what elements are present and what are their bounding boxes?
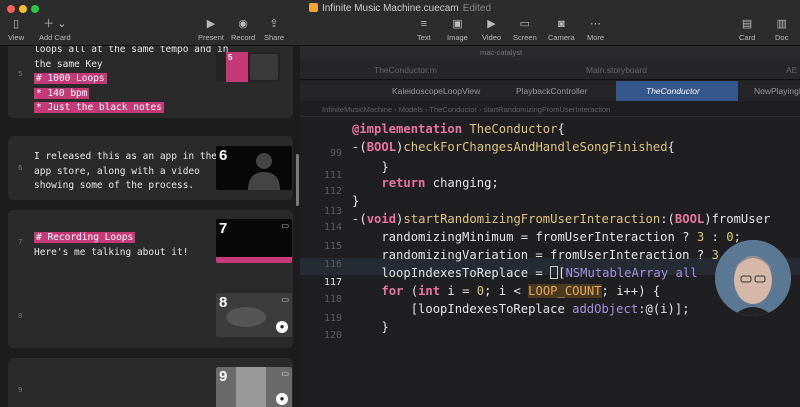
- card-text[interactable]: I released this as an app in the app sto…: [34, 150, 217, 194]
- code-line: randomizingVariation = fromUserInteracti…: [352, 248, 755, 262]
- presenter-face-icon: [715, 240, 791, 316]
- insert-screen-button[interactable]: ▭ Screen: [513, 18, 537, 42]
- code-line: @implementation TheConductor{: [352, 122, 565, 136]
- code-line: }: [352, 194, 360, 208]
- file-tab[interactable]: TheConductor.m: [374, 65, 437, 75]
- screen-capture-editor: mac-catalyst TheConductor.m Main.storybo…: [300, 46, 800, 407]
- sidebar-icon: ▯: [13, 18, 20, 30]
- editor-nav-tabs: KaleidoscopeLoopView PlaybackController …: [300, 81, 800, 101]
- card-text[interactable]: loops all at the same tempo and in the s…: [34, 46, 228, 116]
- record-icon: ◉: [238, 18, 248, 30]
- window-toolbar: Infinite Music Machine.cuecam Edited ▯ Vi…: [0, 0, 800, 46]
- video-icon: ▭: [281, 369, 289, 378]
- line-number: 113: [323, 206, 342, 217]
- video-icon: ▶: [487, 18, 496, 30]
- person-silhouette-icon: [248, 153, 280, 190]
- card-list-scrollbar[interactable]: [296, 154, 299, 206]
- line-number: 111: [323, 170, 342, 181]
- card-6[interactable]: 6 I released this as an app in the app s…: [8, 136, 293, 200]
- line-number-current: 117: [323, 277, 342, 288]
- card-number: 6: [18, 164, 23, 172]
- presenter-camera-bubble[interactable]: [715, 240, 791, 316]
- card-list[interactable]: 5 loops all at the same tempo and in the…: [0, 46, 300, 407]
- line-number: 112: [323, 186, 342, 197]
- screen-icon: ▭: [519, 18, 531, 30]
- card-thumbnail[interactable]: ▭ ● 8: [216, 293, 292, 337]
- jump-bar-breadcrumb[interactable]: InfiniteMusicMachine › Models › TheCondu…: [300, 102, 800, 117]
- share-icon: ⇪: [269, 18, 279, 30]
- card-number: 7: [18, 238, 23, 246]
- camera-icon: ◙: [558, 18, 565, 30]
- window-title: Infinite Music Machine.cuecam Edited: [0, 3, 800, 14]
- code-line: }: [352, 160, 389, 174]
- editor-scheme-bar: mac-catalyst: [300, 46, 800, 60]
- document-icon: [308, 3, 318, 12]
- card-number: 9: [18, 386, 23, 394]
- edited-status: Edited: [462, 3, 492, 14]
- code-line: [loopIndexesToReplace addObject:@(i)];: [352, 302, 690, 316]
- code-line: -(void)startRandomizingFromUserInteracti…: [352, 212, 771, 226]
- card-thumbnail[interactable]: ▭ ● 9: [216, 367, 292, 407]
- view-button[interactable]: ▯ View: [8, 18, 24, 42]
- card-thumbnail[interactable]: 5: [216, 52, 280, 82]
- card-thumbnail[interactable]: 6: [216, 146, 292, 190]
- line-number: 114: [323, 222, 342, 233]
- insert-text-button[interactable]: ≡ Text: [417, 18, 431, 42]
- line-number: 119: [323, 313, 342, 324]
- record-button[interactable]: ◉ Record: [231, 18, 255, 42]
- editor-file-tabs: TheConductor.m Main.storyboard AE: [300, 60, 800, 80]
- person-icon: ●: [276, 393, 288, 405]
- file-tab[interactable]: Main.storyboard: [586, 65, 647, 75]
- card-text[interactable]: # Recording Loops Here's me talking abou…: [34, 231, 188, 260]
- image-icon: ▣: [452, 18, 463, 30]
- more-icon: ⋯: [590, 18, 602, 30]
- nav-tab[interactable]: KaleidoscopeLoopView: [376, 81, 500, 101]
- code-line: -(BOOL)checkForChangesAndHandleSongFinis…: [352, 140, 675, 154]
- card-9[interactable]: 9 ▭ ● 9: [8, 358, 293, 407]
- nav-tab[interactable]: PlaybackController: [500, 81, 616, 101]
- scheme-destination: mac-catalyst: [480, 48, 523, 57]
- card-inspector-button[interactable]: ▤ Card: [739, 18, 755, 42]
- code-line: }: [352, 320, 389, 334]
- card-8[interactable]: 8 ▭ ● 8: [8, 284, 293, 348]
- video-icon: ▭: [281, 221, 289, 230]
- line-number: 118: [323, 294, 342, 305]
- card-number: 5: [18, 70, 23, 78]
- line-number: 115: [323, 241, 342, 252]
- plus-icon: ＋ ⌄: [43, 18, 67, 30]
- more-button[interactable]: ⋯ More: [587, 18, 604, 42]
- add-card-button[interactable]: ＋ ⌄ Add Card: [39, 18, 71, 42]
- line-number: 120: [323, 330, 342, 341]
- person-icon: ●: [276, 321, 288, 333]
- nav-tab[interactable]: NowPlayingL: [738, 81, 800, 101]
- insert-camera-button[interactable]: ◙ Camera: [548, 18, 575, 42]
- card-icon: ▤: [741, 18, 753, 30]
- line-number: 99: [329, 148, 342, 159]
- nav-tab-active[interactable]: TheConductor: [616, 81, 738, 101]
- card-5[interactable]: 5 loops all at the same tempo and in the…: [8, 46, 293, 118]
- code-line: for (int i = 0; i < LOOP_COUNT; i++) {: [381, 284, 661, 298]
- code-line: randomizingMinimum = fromUserInteraction…: [352, 230, 741, 244]
- play-icon: ▶: [206, 18, 216, 30]
- share-button[interactable]: ⇪ Share: [264, 18, 284, 42]
- card-thumbnail[interactable]: ▭ 7: [216, 219, 292, 263]
- insert-image-button[interactable]: ▣ Image: [447, 18, 468, 42]
- text-icon: ≡: [420, 18, 428, 30]
- video-icon: ▭: [281, 295, 289, 304]
- file-tab[interactable]: AE: [786, 65, 797, 75]
- present-button[interactable]: ▶ Present: [198, 18, 224, 42]
- insert-video-button[interactable]: ▶ Video: [482, 18, 501, 42]
- line-number: 116: [323, 259, 342, 270]
- doc-icon: ▥: [776, 18, 787, 30]
- card-number: 8: [18, 312, 23, 320]
- doc-inspector-button[interactable]: ▥ Doc: [775, 18, 788, 42]
- code-line: return changing;: [381, 176, 499, 190]
